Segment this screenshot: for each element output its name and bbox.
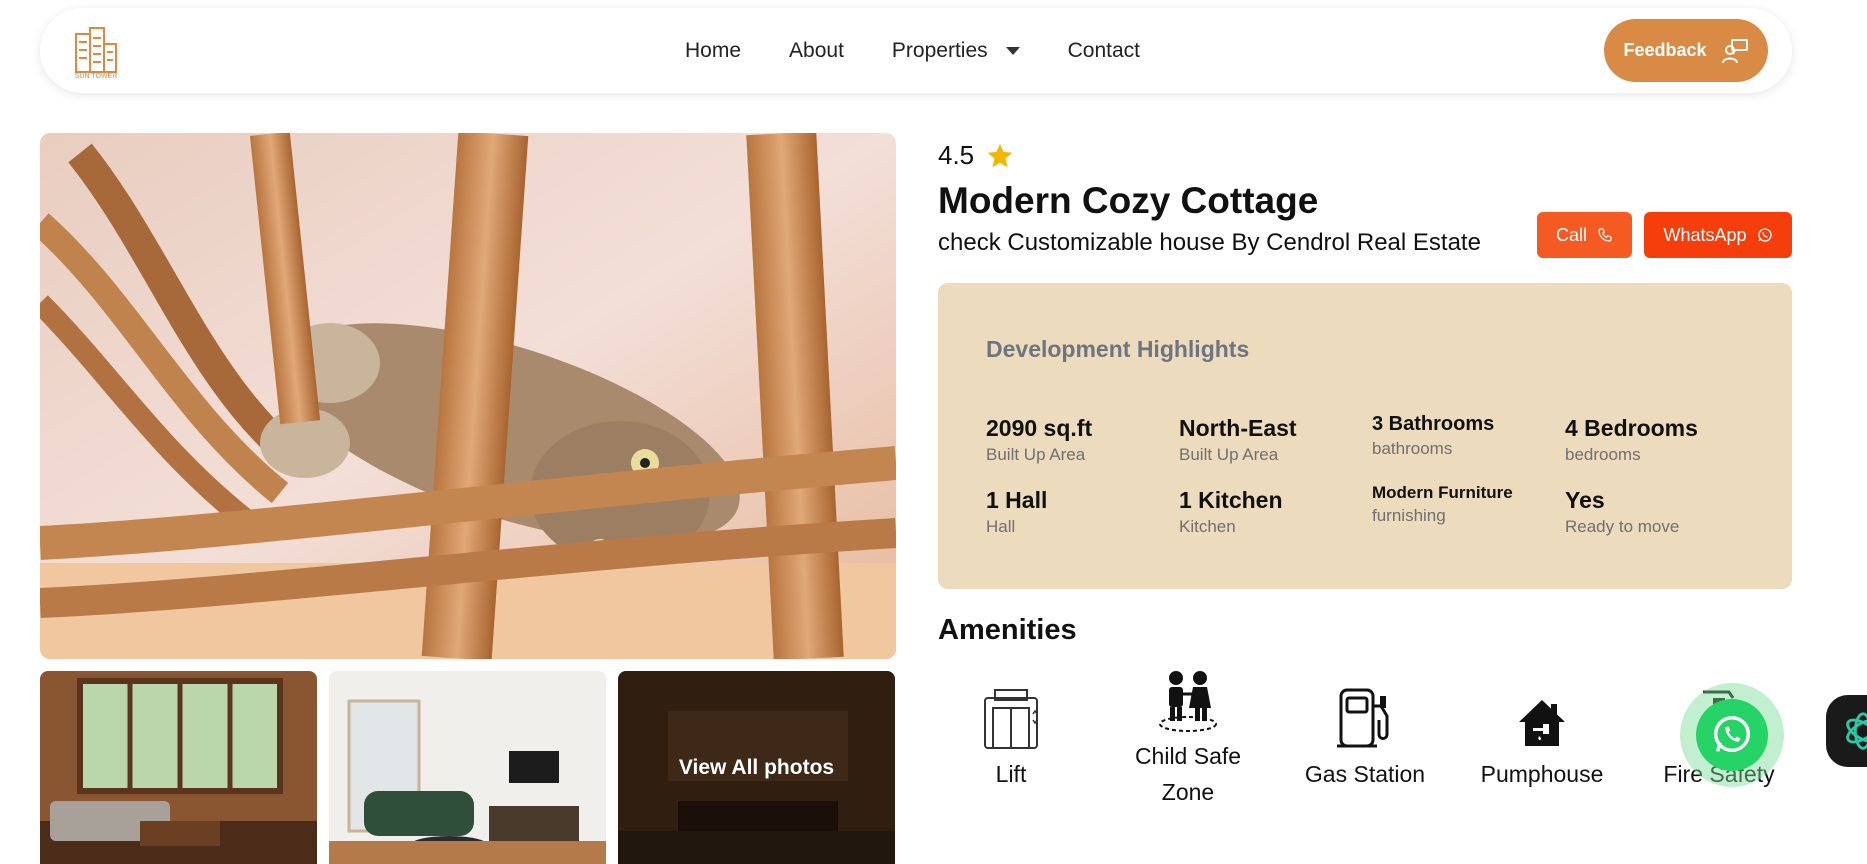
- modern-living-room-image: [329, 671, 606, 864]
- feedback-label: Feedback: [1623, 40, 1707, 60]
- highlight-built-up-area: 2090 sq.ft Built Up Area: [986, 415, 1092, 465]
- whatsapp-icon: [1757, 228, 1772, 242]
- amenity-label: Gas Station: [1304, 761, 1426, 787]
- highlight-value: 1 Kitchen: [1179, 487, 1283, 513]
- whatsapp-button[interactable]: WhatsApp: [1644, 212, 1792, 258]
- main-property-photo[interactable]: [40, 133, 896, 659]
- nav-about[interactable]: About: [789, 39, 844, 63]
- highlight-value: 4 Bedrooms: [1565, 415, 1698, 441]
- highlight-label: bedrooms: [1565, 445, 1641, 464]
- star-icon: [987, 143, 1013, 167]
- property-title: Modern Cozy Cottage: [938, 180, 1319, 221]
- rating-value: 4.5: [938, 140, 975, 170]
- highlight-label: Kitchen: [1179, 517, 1236, 536]
- thumbnail-photo[interactable]: [329, 671, 606, 864]
- elevator-icon: [984, 689, 1038, 749]
- highlight-label: bathrooms: [1372, 439, 1453, 458]
- ai-assistant-widget[interactable]: [1826, 695, 1867, 767]
- highlight-hall: 1 Hall Hall: [986, 487, 1047, 537]
- nav-links: Home About Properties Contact: [685, 8, 1188, 93]
- fuel-pump-icon: [1337, 688, 1389, 748]
- amenities-title: Amenities: [938, 614, 1077, 646]
- view-all-photos-tile[interactable]: View All photos: [618, 671, 895, 864]
- highlight-label: furnishing: [1372, 506, 1446, 525]
- call-label: Call: [1555, 224, 1587, 245]
- nav-properties-label: Properties: [891, 38, 988, 62]
- nav-contact[interactable]: Contact: [1068, 39, 1140, 63]
- highlight-value: 3 Bathrooms: [1372, 413, 1495, 435]
- highlight-furnishing: Modern Furniture furnishing: [1372, 483, 1513, 526]
- logo[interactable]: SUN TOWER: [70, 26, 122, 84]
- cat-on-rattan-chair-image: [40, 133, 896, 659]
- log-cabin-living-room-image: [40, 671, 317, 864]
- ai-assistant-icon: [1846, 712, 1867, 750]
- nav-home[interactable]: Home: [685, 39, 741, 63]
- feedback-button[interactable]: Feedback: [1604, 19, 1768, 82]
- highlight-bedrooms: 4 Bedrooms bedrooms: [1565, 415, 1698, 465]
- pumphouse-icon: [1519, 700, 1565, 746]
- development-highlights-panel: Development Highlights 2090 sq.ft Built …: [938, 283, 1792, 589]
- highlight-value: 1 Hall: [986, 487, 1048, 513]
- highlight-label: Built Up Area: [986, 445, 1086, 464]
- amenity-gas-station: Gas Station: [1290, 680, 1440, 792]
- navbar: SUN TOWER Home About Properties Contact …: [40, 8, 1792, 93]
- nav-properties[interactable]: Properties: [892, 39, 1020, 63]
- amenity-pumphouse: Pumphouse: [1467, 680, 1617, 792]
- highlight-label: Built Up Area: [1179, 445, 1279, 464]
- highlight-value: Yes: [1565, 487, 1605, 513]
- highlight-value: 2090 sq.ft: [986, 415, 1093, 441]
- amenity-label: Child Safe Zone: [1134, 743, 1242, 805]
- phone-icon: [1598, 228, 1612, 242]
- highlight-value: Modern Furniture: [1372, 483, 1513, 502]
- children-icon: [1159, 671, 1217, 732]
- call-button[interactable]: Call: [1537, 212, 1632, 258]
- highlight-bathrooms: 3 Bathrooms bathrooms: [1372, 413, 1494, 459]
- whatsapp-label: WhatsApp: [1663, 224, 1747, 245]
- caret-down-icon: [1005, 46, 1020, 55]
- amenity-lift: Lift: [936, 680, 1086, 792]
- whatsapp-floating-button[interactable]: [1680, 683, 1784, 787]
- rating: 4.5: [938, 140, 1014, 171]
- highlight-value: North-East: [1179, 415, 1297, 441]
- highlight-label: Ready to move: [1565, 517, 1680, 536]
- highlight-kitchen: 1 Kitchen Kitchen: [1179, 487, 1283, 537]
- amenity-label: Lift: [995, 761, 1027, 787]
- feedback-icon: [1721, 38, 1748, 63]
- highlights-title: Development Highlights: [986, 336, 1250, 362]
- whatsapp-icon: [1713, 716, 1751, 753]
- highlight-ready-to-move: Yes Ready to move: [1565, 487, 1679, 537]
- amenity-child-safe-zone: Child Safe Zone: [1113, 662, 1263, 810]
- highlight-label: Hall: [986, 517, 1016, 536]
- property-subtitle: check Customizable house By Cendrol Real…: [938, 229, 1481, 256]
- amenity-label: Pumphouse: [1480, 761, 1604, 787]
- view-all-photos-label[interactable]: View All photos: [618, 671, 895, 864]
- highlight-facing: North-East Built Up Area: [1179, 415, 1297, 465]
- logo-text: SUN TOWER: [74, 73, 118, 80]
- thumbnail-photo[interactable]: [40, 671, 317, 864]
